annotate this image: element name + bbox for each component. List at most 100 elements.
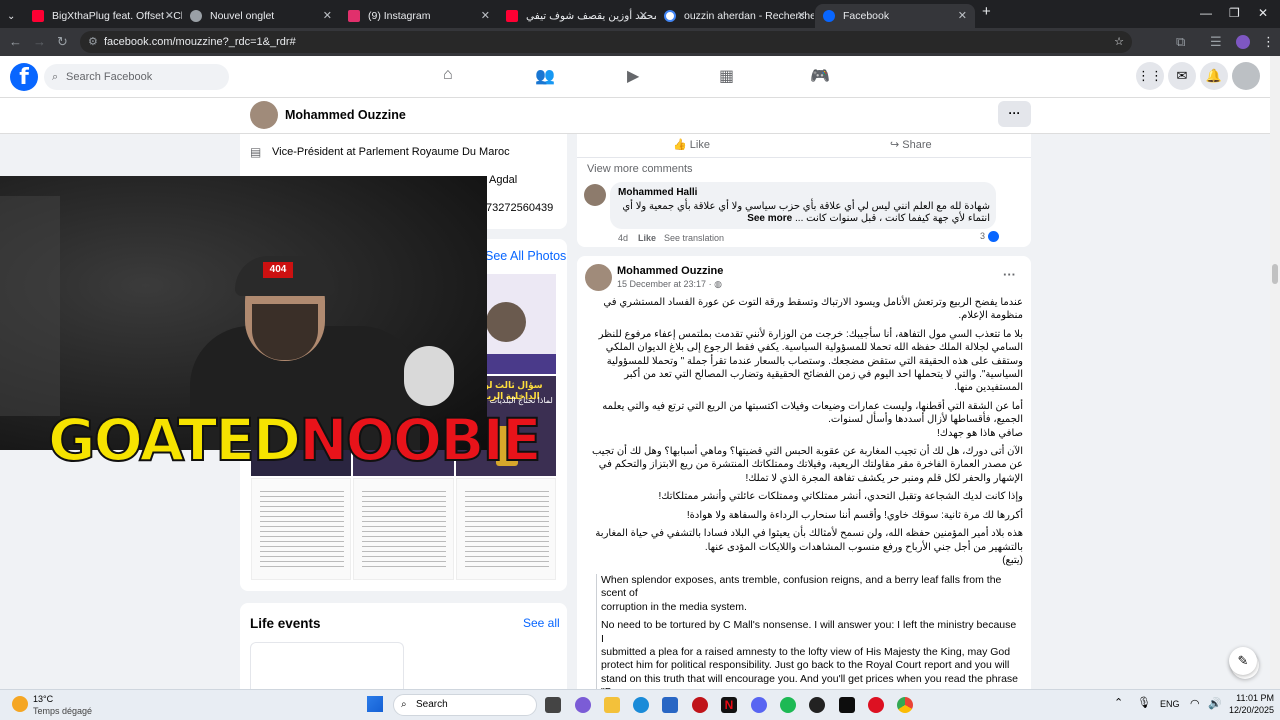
like-button[interactable]: 👍 Like xyxy=(673,138,710,151)
tab-youtube[interactable]: BigXthaPlug feat. Offset - Clim ✕ xyxy=(24,4,182,28)
netflix-icon[interactable]: N xyxy=(721,697,737,713)
weather-icon[interactable] xyxy=(12,696,28,712)
marketplace-icon[interactable]: ▦ xyxy=(719,66,734,86)
tab-google-search[interactable]: ouzzin aherdan - Recherche Go ✕ xyxy=(656,4,814,28)
video-icon[interactable]: ▶ xyxy=(627,66,639,86)
edge-icon[interactable] xyxy=(633,697,649,713)
star-icon[interactable]: ☆ xyxy=(1114,31,1124,53)
back-arrow-icon[interactable]: ← xyxy=(9,34,22,49)
wifi-icon[interactable]: ◠ xyxy=(1190,697,1200,710)
post-line: أما عن الشقة التي أقطنها، وليست عمارات و… xyxy=(602,400,1023,412)
taskbar-search-input[interactable]: ⌕ Search xyxy=(393,694,537,716)
tab-new-tab[interactable]: Nouvel onglet ✕ xyxy=(182,4,340,28)
weather-temp[interactable]: 13°C xyxy=(33,694,53,704)
language-indicator[interactable]: ENG xyxy=(1160,699,1180,709)
spotify-icon[interactable] xyxy=(780,697,796,713)
new-message-icon[interactable]: ✎ xyxy=(1229,647,1257,675)
scrollbar[interactable] xyxy=(1270,56,1280,689)
see-more-link[interactable]: See more xyxy=(747,213,792,224)
reading-list-icon[interactable]: ☰ xyxy=(1210,34,1222,50)
window-close-button[interactable]: ✕ xyxy=(1258,6,1268,20)
messenger-icon[interactable]: ✉ xyxy=(1168,62,1196,90)
comment-like-link[interactable]: Like xyxy=(638,233,656,243)
new-tab-button[interactable]: + xyxy=(982,3,991,20)
profile-avatar-icon[interactable] xyxy=(1236,35,1250,49)
site-info-icon[interactable]: ⚙ xyxy=(88,31,98,53)
tab-facebook[interactable]: Facebook ✕ xyxy=(815,4,975,28)
close-icon[interactable]: ✕ xyxy=(639,9,648,22)
chrome-menu-icon[interactable]: ⋮ xyxy=(1262,34,1275,50)
post-line: When splendor exposes, ants tremble, con… xyxy=(601,574,1002,600)
maximize-button[interactable]: ❐ xyxy=(1229,6,1240,20)
post-date[interactable]: 15 December at 23:17 xyxy=(617,279,706,289)
search-input[interactable]: ⌕ Search Facebook xyxy=(44,64,229,90)
menu-grid-icon[interactable]: ⋮⋮ xyxy=(1136,62,1164,90)
weather-desc[interactable]: Temps dégagé xyxy=(33,706,92,716)
avatar[interactable] xyxy=(584,184,606,206)
terminal-icon[interactable] xyxy=(839,697,855,713)
address-bar[interactable]: ⚙ facebook.com/mouzzine?_rdc=1&_rdr# ☆ xyxy=(80,31,1132,53)
see-all-photos-link[interactable]: See All Photos xyxy=(485,249,566,263)
post-author[interactable]: Mohammed Ouzzine xyxy=(617,265,723,277)
microphone-icon[interactable]: 🎙 xyxy=(1137,696,1151,709)
post-line: الإشهار والحفر لكل قلم ومنبر حر يكشف تفا… xyxy=(745,472,1023,484)
chrome-taskbar-icon[interactable] xyxy=(897,697,913,713)
close-icon[interactable]: ✕ xyxy=(958,9,967,22)
steam-icon[interactable] xyxy=(809,697,825,713)
post-line: صافي هاذا هو جهدك! xyxy=(936,427,1023,439)
clock-time[interactable]: 11:01 PM xyxy=(1230,693,1274,703)
work-icon: ▤ xyxy=(250,145,262,159)
discord-icon[interactable] xyxy=(751,697,767,713)
minimize-button[interactable]: — xyxy=(1200,6,1212,20)
reload-icon[interactable]: ↻ xyxy=(57,34,68,50)
reaction-count[interactable]: 3 xyxy=(980,231,999,243)
facebook-logo-icon[interactable]: f xyxy=(10,63,38,91)
scrollbar-thumb[interactable] xyxy=(1272,264,1278,284)
app-icon[interactable] xyxy=(692,697,708,713)
google-icon xyxy=(664,10,676,22)
chevron-up-icon[interactable]: ⌃ xyxy=(1114,696,1123,709)
file-explorer-icon[interactable] xyxy=(604,697,620,713)
task-view-icon[interactable] xyxy=(545,697,561,713)
taskbar-search-label: Search xyxy=(416,699,448,710)
tab-youtube-arabic[interactable]: محمد أوزين يقصف شوف تيفي ✕ xyxy=(498,4,656,28)
see-translation-link[interactable]: See translation xyxy=(664,233,724,243)
more-options-button[interactable]: ··· xyxy=(998,101,1031,127)
account-avatar[interactable] xyxy=(1232,62,1260,90)
url-text: facebook.com/mouzzine?_rdc=1&_rdr# xyxy=(104,36,296,48)
tab-title: Facebook xyxy=(843,10,890,22)
close-icon[interactable]: ✕ xyxy=(165,9,174,22)
gaming-icon[interactable]: 🎮 xyxy=(810,66,830,86)
microphone xyxy=(404,346,454,406)
see-all-life-events-link[interactable]: See all xyxy=(523,616,560,630)
photo-thumbnail[interactable] xyxy=(251,478,351,580)
app-icon[interactable] xyxy=(868,697,884,713)
copilot-icon[interactable] xyxy=(575,697,591,713)
notifications-icon[interactable]: 🔔 xyxy=(1200,62,1228,90)
chrome-icon xyxy=(190,10,202,22)
photo-thumbnail[interactable] xyxy=(353,478,454,580)
avatar[interactable] xyxy=(585,264,612,291)
profile-name[interactable]: Mohammed Ouzzine xyxy=(285,108,406,122)
store-icon[interactable] xyxy=(662,697,678,713)
close-icon[interactable]: ✕ xyxy=(797,9,806,22)
share-button[interactable]: ↪ Share xyxy=(890,138,932,151)
windows-start-icon[interactable] xyxy=(367,696,383,712)
life-event-thumbnail[interactable] xyxy=(250,642,404,689)
post-meta: 15 December at 23:17 · ◍ xyxy=(617,279,722,289)
commenter-name[interactable]: Mohammed Halli xyxy=(618,187,697,198)
view-more-comments-link[interactable]: View more comments xyxy=(587,163,693,175)
tab-instagram[interactable]: (9) Instagram ✕ xyxy=(340,4,498,28)
volume-icon[interactable]: 🔊 xyxy=(1208,697,1222,710)
extensions-icon[interactable]: ⧉ xyxy=(1176,34,1185,50)
close-icon[interactable]: ✕ xyxy=(323,9,332,22)
clock-date[interactable]: 12/20/2025 xyxy=(1224,705,1274,715)
post-options-icon[interactable]: ··· xyxy=(1003,267,1016,282)
home-icon[interactable]: ⌂ xyxy=(443,66,453,84)
tab-search-button[interactable]: ⌄ xyxy=(0,4,22,28)
photo-thumbnail[interactable] xyxy=(456,478,556,580)
avatar[interactable] xyxy=(250,101,278,129)
friends-icon[interactable]: 👥 xyxy=(535,66,555,86)
forward-arrow-icon[interactable]: → xyxy=(33,34,46,49)
close-icon[interactable]: ✕ xyxy=(481,9,490,22)
